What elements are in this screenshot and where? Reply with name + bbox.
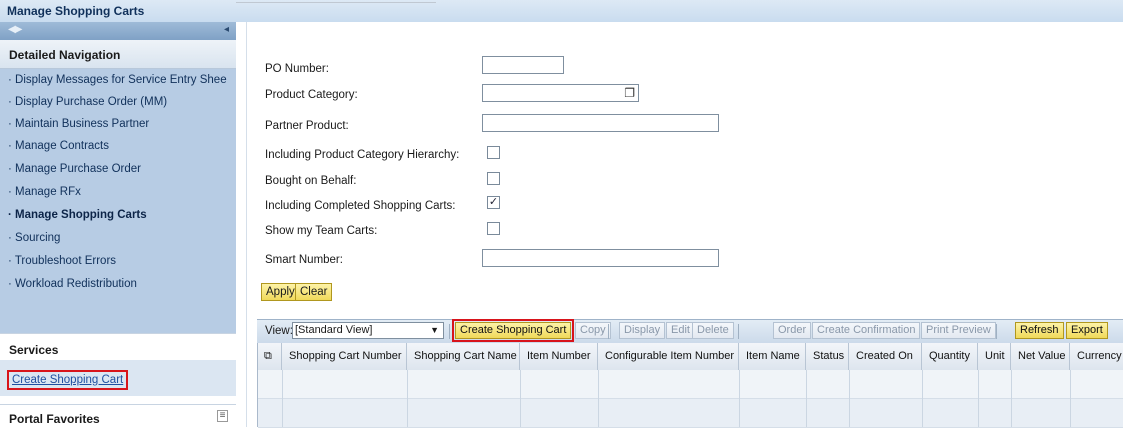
column-settings-icon[interactable]: ⧉ [258,343,282,370]
smart-number-input[interactable] [482,249,719,267]
incl-hierarchy-label: Including Product Category Hierarchy: [265,149,460,161]
column-divider [849,370,850,427]
portal-favorites-title: Portal Favorites [9,412,100,426]
incl-completed-label: Including Completed Shopping Carts: [265,200,456,212]
incl-completed-checkbox[interactable]: ✓ [487,196,500,209]
shopping-cart-table: ⧉ Shopping Cart Number Shopping Cart Nam… [257,343,1123,428]
nav-item-sourcing[interactable]: · Sourcing [8,232,232,244]
column-header[interactable]: Net Value [1011,343,1070,370]
column-header[interactable]: Unit [978,343,1011,370]
export-button[interactable]: Export [1066,322,1108,339]
table-header-row: ⧉ Shopping Cart Number Shopping Cart Nam… [258,343,1123,371]
product-category-input[interactable]: ❐ [482,84,639,102]
team-carts-label: Show my Team Carts: [265,225,378,237]
column-divider [922,370,923,427]
left-pane: ◀▶ ◂ Detailed Navigation · Display Messa… [0,22,236,428]
apply-button[interactable]: Apply [261,283,300,301]
column-divider [598,370,599,427]
column-header[interactable]: Shopping Cart Number [282,343,407,370]
column-divider [520,370,521,427]
collapse-bar[interactable]: ◀▶ ◂ [0,22,236,40]
edit-button[interactable]: Edit [666,322,695,339]
copy-button[interactable]: Copy [575,322,611,339]
column-divider [282,370,283,427]
create-shopping-cart-button[interactable]: Create Shopping Cart [451,319,575,342]
main-content: PO Number: Product Category: ❐ Partner P… [246,22,1123,428]
window-title-bar: Manage Shopping Carts [0,0,1123,22]
nav-item-troubleshoot-errors[interactable]: · Troubleshoot Errors [8,255,232,267]
column-divider [739,370,740,427]
column-header[interactable]: Quantity [922,343,978,370]
toolbar-separator [738,324,739,339]
chevron-down-icon[interactable]: ▼ [430,323,439,338]
toolbar-separator [996,324,997,339]
portal-favorites-header: Portal Favorites ≡ [0,404,236,428]
nav-item-manage-rfx[interactable]: · Manage RFx [8,186,232,198]
column-header[interactable]: Currency [1070,343,1123,370]
services-panel: Create Shopping Cart [0,360,236,396]
window-title: Manage Shopping Carts [7,4,145,18]
delete-button[interactable]: Delete [692,322,734,339]
collapse-icon[interactable]: ◀▶ [8,24,22,35]
create-confirmation-button[interactable]: Create Confirmation [812,322,921,339]
toolbar-separator [449,324,450,339]
partner-product-label: Partner Product: [265,120,349,132]
partner-product-input[interactable] [482,114,719,132]
bought-on-behalf-checkbox[interactable] [487,172,500,185]
nav-item-maintain-business-partner[interactable]: · Maintain Business Partner [8,118,232,130]
nav-item-display-purchase-order[interactable]: · Display Purchase Order (MM) [8,96,232,108]
nav-item-manage-shopping-carts[interactable]: · Manage Shopping Carts [8,209,232,221]
po-number-input[interactable] [482,56,564,74]
po-number-label: PO Number: [265,63,329,75]
column-divider [407,370,408,427]
services-title: Services [9,343,59,357]
column-header[interactable]: Shopping Cart Name [407,343,520,370]
bought-on-behalf-label: Bought on Behalf: [265,175,357,187]
services-header: Services [0,333,236,360]
nav-item-manage-contracts[interactable]: · Manage Contracts [8,140,232,152]
order-button[interactable]: Order [773,322,812,339]
favorites-menu-icon[interactable]: ≡ [217,410,228,422]
toolbar-separator [608,324,609,339]
column-header[interactable]: Created On [849,343,922,370]
table-row[interactable] [258,370,1123,399]
nav-item-display-messages[interactable]: · Display Messages for Service Entry She… [8,74,232,86]
clear-button[interactable]: Clear [295,283,333,301]
product-category-label: Product Category: [265,89,358,101]
column-header[interactable]: Item Number [520,343,598,370]
detailed-navigation-title: Detailed Navigation [9,48,121,62]
smart-number-label: Smart Number: [265,254,343,266]
display-button[interactable]: Display [619,322,666,339]
view-label: View: [265,325,293,337]
column-divider [1011,370,1012,427]
refresh-button[interactable]: Refresh [1015,322,1064,339]
nav-item-manage-purchase-order[interactable]: · Manage Purchase Order [8,163,232,175]
column-divider [1070,370,1071,427]
view-select[interactable]: [Standard View] ▼ [292,322,444,339]
team-carts-checkbox[interactable] [487,222,500,235]
print-preview-button[interactable]: Print Preview [921,322,996,339]
results-toolbar: View: [Standard View] ▼ Create Shopping … [257,319,1123,344]
column-divider [978,370,979,427]
column-header[interactable]: Item Name [739,343,806,370]
divider [236,2,436,3]
table-row[interactable] [258,399,1123,428]
value-help-icon[interactable]: ❐ [624,86,635,100]
create-shopping-cart-link[interactable]: Create Shopping Cart [7,370,129,390]
navigation-list: · Display Messages for Service Entry She… [0,69,236,342]
column-divider [806,370,807,427]
collapse-arrow-icon[interactable]: ◂ [224,24,229,35]
incl-hierarchy-checkbox[interactable] [487,146,500,159]
column-header[interactable]: Configurable Item Number [598,343,739,370]
nav-item-workload-redistribution[interactable]: · Workload Redistribution [8,278,232,290]
detailed-navigation-header: Detailed Navigation [0,40,236,69]
column-header[interactable]: Status [806,343,849,370]
view-select-value: [Standard View] [295,324,373,336]
